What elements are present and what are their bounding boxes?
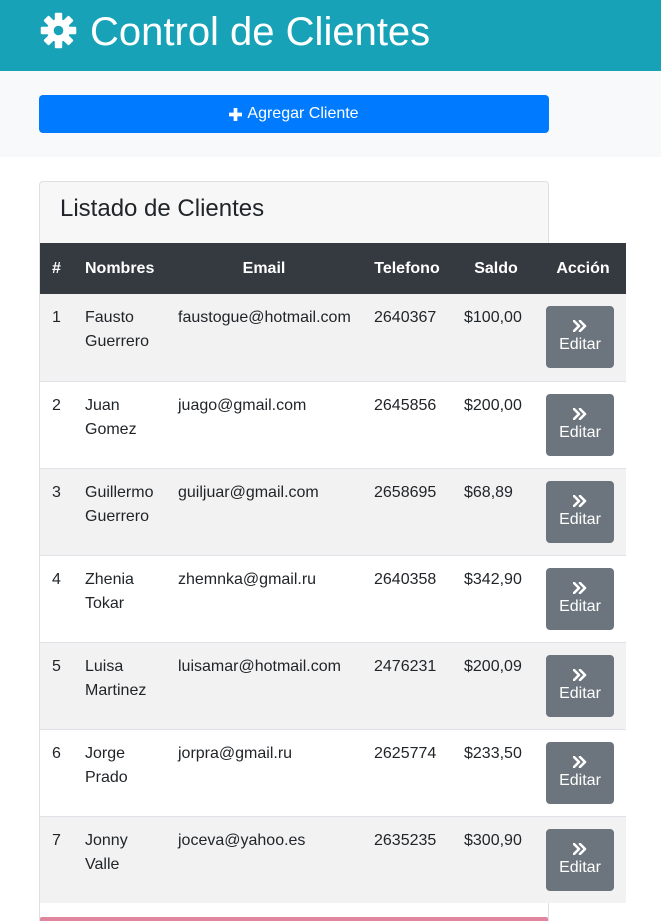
edit-button-label: Editar xyxy=(559,423,601,441)
row-number: 3 xyxy=(40,467,73,555)
column-header-email: Email xyxy=(166,243,362,294)
edit-button[interactable]: Editar xyxy=(546,306,614,368)
row-action-cell: Editar xyxy=(540,728,626,816)
client-balance: $100,00 xyxy=(464,309,522,326)
table-row: 3 Guillermo Guerrero guiljuar@gmail.com … xyxy=(40,467,626,555)
client-balance: $200,09 xyxy=(452,641,540,729)
client-balance: $300,90 xyxy=(452,815,540,903)
row-number: 7 xyxy=(40,815,73,903)
column-header-number: # xyxy=(40,243,73,294)
row-action-cell: Editar xyxy=(540,554,626,642)
double-chevron-right-icon xyxy=(573,755,587,768)
row-action-cell: Editar xyxy=(540,380,626,468)
client-email: guiljuar@gmail.com xyxy=(166,467,362,555)
client-email: faustogue@hotmail.com xyxy=(178,309,351,326)
double-chevron-right-icon xyxy=(573,494,587,507)
edit-button-label: Editar xyxy=(559,684,601,702)
action-bar: Agregar Cliente xyxy=(0,71,661,157)
table-row: 1 Fausto Guerrero faustogue@hotmail.com … xyxy=(40,294,626,381)
plus-icon xyxy=(229,107,243,121)
client-balance: $200,00 xyxy=(452,380,540,468)
client-balance: $68,89 xyxy=(452,467,540,555)
client-email: zhemnka@gmail.ru xyxy=(166,554,362,642)
table-row: 6 Jorge Prado jorpra@gmail.ru 2625774 $2… xyxy=(40,728,626,816)
client-phone: 2658695 xyxy=(362,467,452,555)
card-header: Listado de Clientes xyxy=(40,182,548,244)
gear-icon xyxy=(40,12,77,49)
client-name: Jorge Prado xyxy=(73,728,166,816)
column-header-balance: Saldo xyxy=(452,243,540,294)
client-email: jorpra@gmail.ru xyxy=(166,728,362,816)
client-phone: 2645856 xyxy=(362,380,452,468)
client-phone: 2640367 xyxy=(374,309,437,326)
client-phone: 2625774 xyxy=(362,728,452,816)
add-client-label: Agregar Cliente xyxy=(247,105,359,122)
column-header-names: Nombres xyxy=(73,243,166,294)
table-body: 1 Fausto Guerrero faustogue@hotmail.com … xyxy=(40,294,626,903)
edit-button-label: Editar xyxy=(559,771,601,789)
table-row: 7 Jonny Valle joceva@yahoo.es 2635235 $3… xyxy=(40,815,626,903)
edit-button[interactable]: Editar xyxy=(546,828,614,891)
edit-button-label: Editar xyxy=(559,858,601,876)
double-chevron-right-icon xyxy=(573,668,587,681)
double-chevron-right-icon xyxy=(573,320,587,332)
row-action-cell: Editar xyxy=(540,294,626,381)
page-title: Control de Clientes xyxy=(90,10,431,54)
row-action-cell: Editar xyxy=(540,467,626,555)
double-chevron-right-icon xyxy=(573,407,587,420)
client-phone: 2476231 xyxy=(362,641,452,729)
edit-button-label: Editar xyxy=(559,597,601,615)
header-row: # Nombres Email Telefono Saldo Acción xyxy=(40,243,626,294)
client-name: Luisa Martinez xyxy=(73,641,166,729)
client-balance: $342,90 xyxy=(452,554,540,642)
edit-button[interactable]: Editar xyxy=(546,567,614,630)
add-client-button[interactable]: Agregar Cliente xyxy=(39,95,549,133)
row-number: 2 xyxy=(40,380,73,468)
table-header: # Nombres Email Telefono Saldo Acción xyxy=(40,243,626,294)
edit-button[interactable]: Editar xyxy=(546,393,614,456)
edit-button[interactable]: Editar xyxy=(546,654,614,717)
table-row: 2 Juan Gomez juago@gmail.com 2645856 $20… xyxy=(40,380,626,468)
row-action-cell: Editar xyxy=(540,815,626,903)
edit-button[interactable]: Editar xyxy=(546,480,614,543)
table-row: 4 Zhenia Tokar zhemnka@gmail.ru 2640358 … xyxy=(40,554,626,642)
client-name: Zhenia Tokar xyxy=(73,554,166,642)
next-card-top-edge xyxy=(40,917,548,921)
client-balance: $233,50 xyxy=(452,728,540,816)
row-action-cell: Editar xyxy=(540,641,626,729)
clients-table: # Nombres Email Telefono Saldo Acción 1 … xyxy=(40,243,626,903)
row-number: 5 xyxy=(40,641,73,729)
client-email: luisamar@hotmail.com xyxy=(166,641,362,729)
edit-button-label: Editar xyxy=(559,336,601,353)
edit-button-label: Editar xyxy=(559,510,601,528)
edit-button[interactable]: Editar xyxy=(546,741,614,804)
double-chevron-right-icon xyxy=(573,842,587,855)
table-row: 5 Luisa Martinez luisamar@hotmail.com 24… xyxy=(40,641,626,729)
client-name: Guillermo Guerrero xyxy=(73,467,166,555)
double-chevron-right-icon xyxy=(573,581,587,594)
card-title: Listado de Clientes xyxy=(60,195,265,222)
client-phone: 2635235 xyxy=(362,815,452,903)
client-email: joceva@yahoo.es xyxy=(166,815,362,903)
column-header-phone: Telefono xyxy=(362,243,452,294)
row-number: 4 xyxy=(40,554,73,642)
row-number: 6 xyxy=(40,728,73,816)
column-header-action: Acción xyxy=(540,243,626,294)
client-email: juago@gmail.com xyxy=(166,380,362,468)
client-phone: 2640358 xyxy=(362,554,452,642)
client-name: Juan Gomez xyxy=(73,380,166,468)
app-header: Control de Clientes xyxy=(0,0,661,71)
row-number: 1 xyxy=(52,309,61,326)
client-name: Fausto Guerrero xyxy=(85,309,150,350)
client-name: Jonny Valle xyxy=(73,815,166,903)
